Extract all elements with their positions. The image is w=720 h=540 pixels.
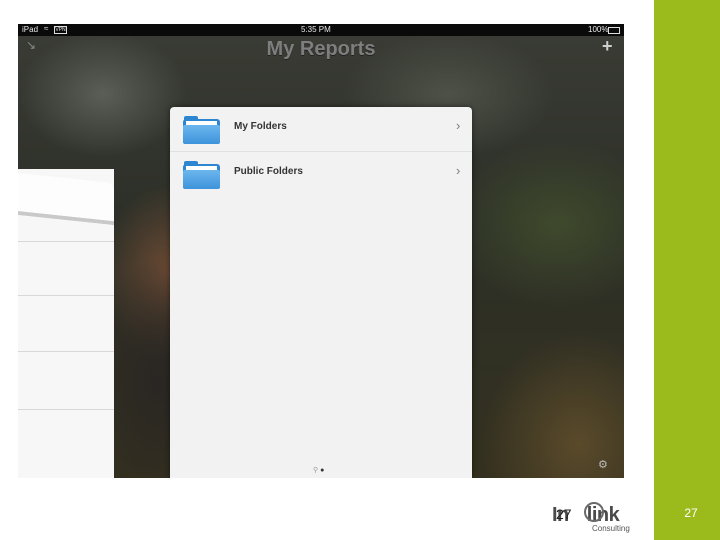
logo-swirl: [584, 502, 604, 522]
gear-icon[interactable]: ⚙: [598, 458, 608, 471]
list-item-public-folders[interactable]: Public Folders ›: [170, 152, 472, 196]
vpn-badge: VPN: [54, 26, 67, 34]
wifi-icon: ≈: [44, 24, 49, 33]
battery-percent: 100%: [588, 25, 609, 34]
list-item-my-folders[interactable]: My Folders ›: [170, 107, 472, 152]
chevron-right-icon: ›: [456, 163, 461, 178]
search-icon: ⚲: [313, 467, 319, 474]
ipad-screenshot: iPad ≈ VPN 5:35 PM 100% ↘ My Reports + M…: [18, 24, 624, 478]
green-side-bar: [654, 0, 720, 540]
collapse-icon[interactable]: ↘: [26, 38, 36, 52]
folder-icon: [183, 116, 220, 144]
add-button[interactable]: +: [602, 36, 613, 57]
page-indicator[interactable]: ⚲ ●: [313, 466, 324, 474]
logo-subtitle: Consulting: [592, 524, 630, 533]
page-dot-active: ●: [320, 467, 325, 474]
folder-icon: [183, 161, 220, 189]
divider: [18, 241, 114, 242]
slide-number-overlay: 27: [556, 506, 572, 522]
divider: [18, 295, 114, 296]
chevron-right-icon: ›: [456, 118, 461, 133]
clock: 5:35 PM: [301, 25, 331, 34]
page-title: My Reports: [266, 38, 376, 60]
reports-card: My Folders › Public Folders › ⚲ ●: [170, 107, 472, 478]
divider: [18, 409, 114, 410]
battery-icon: [608, 27, 620, 34]
list-item-label: Public Folders: [234, 166, 303, 177]
status-bar: iPad ≈ VPN 5:35 PM 100%: [18, 24, 624, 36]
carrier-label: iPad: [22, 25, 39, 34]
divider: [18, 351, 114, 352]
list-item-label: My Folders: [234, 121, 287, 132]
slide-number: 27: [684, 506, 698, 520]
